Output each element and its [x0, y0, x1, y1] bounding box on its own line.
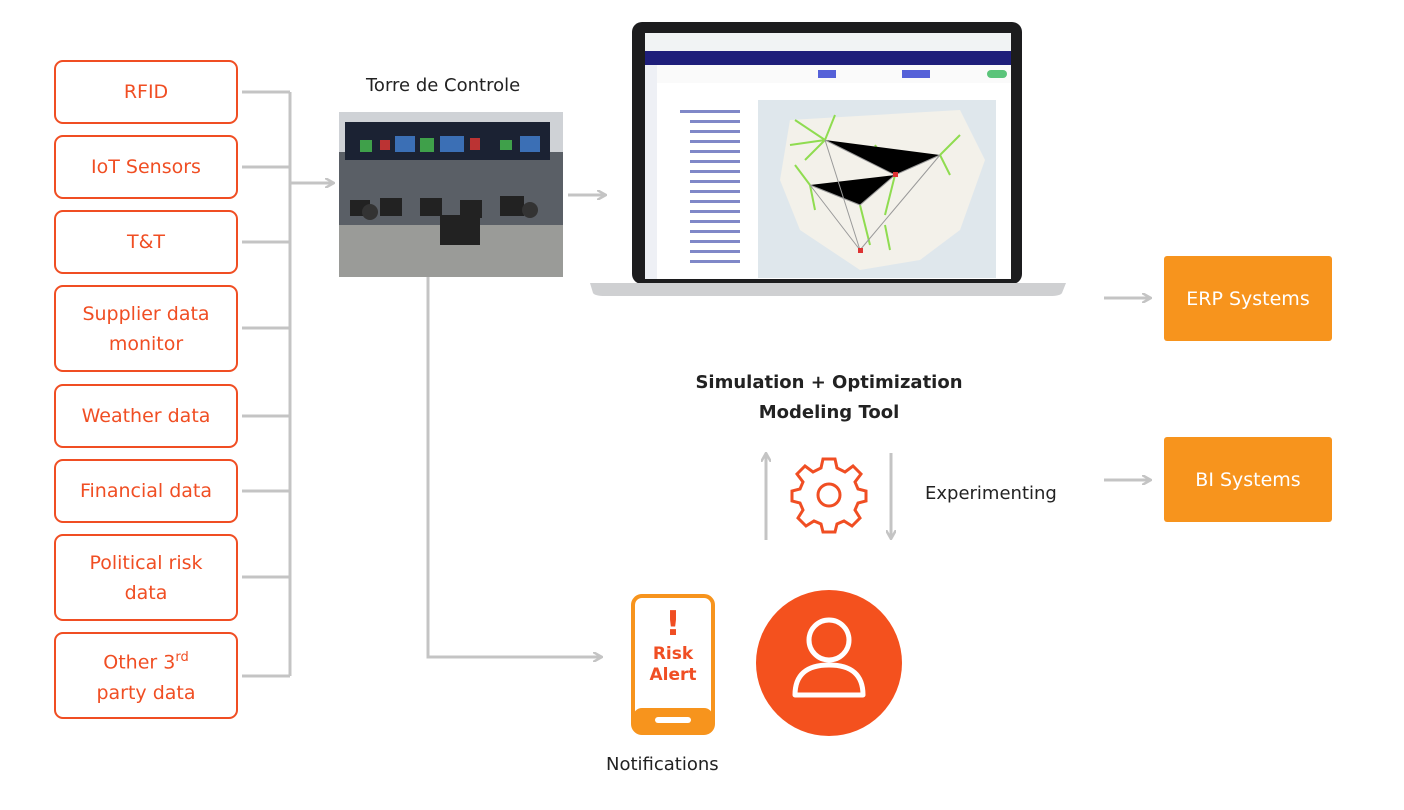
source-iot-sensors: IoT Sensors — [54, 135, 238, 199]
other-source-text: Other 3 — [103, 651, 176, 674]
source-rfid: RFID — [54, 60, 238, 124]
control-room-photo — [339, 112, 563, 277]
bi-systems: BI Systems — [1164, 437, 1332, 522]
user-avatar-icon — [756, 590, 902, 736]
other-source-line2: party data — [96, 681, 196, 704]
source-supplier-data: Supplier data monitor — [54, 285, 238, 372]
experimenting-label: Experimenting — [925, 483, 1057, 504]
source-tt: T&T — [54, 210, 238, 274]
tool-title-line1: Simulation + Optimization — [695, 372, 963, 393]
other-source-sup: rd — [175, 650, 189, 666]
source-other-3rd-party: Other 3rd party data — [54, 632, 238, 719]
risk-alert: ! Risk Alert — [633, 604, 713, 686]
source-weather-data: Weather data — [54, 384, 238, 448]
alert-line2: Alert — [649, 665, 697, 685]
tool-title-line2: Modeling Tool — [758, 402, 900, 423]
alert-line1: Risk — [652, 644, 694, 664]
source-financial-data: Financial data — [54, 459, 238, 523]
control-tower-label: Torre de Controle — [366, 75, 521, 96]
laptop-screen-image — [590, 22, 1066, 296]
tool-title: Simulation + Optimization Modeling Tool — [640, 368, 1018, 428]
notifications-label: Notifications — [606, 754, 719, 775]
gear-icon — [790, 457, 868, 534]
source-political-risk: Political risk data — [54, 534, 238, 621]
alert-exclamation: ! — [665, 604, 681, 644]
erp-systems: ERP Systems — [1164, 256, 1332, 341]
